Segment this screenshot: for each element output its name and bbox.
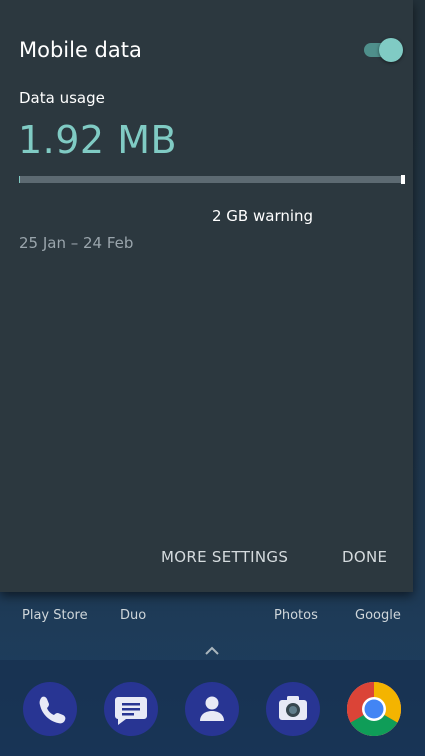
warning-threshold-marker bbox=[401, 175, 405, 184]
home-app-labels: Play Store Duo Photos Google bbox=[0, 600, 425, 630]
done-button[interactable]: DONE bbox=[342, 548, 387, 566]
more-settings-button[interactable]: MORE SETTINGS bbox=[161, 548, 288, 566]
dock bbox=[0, 660, 425, 756]
date-range: 25 Jan – 24 Feb bbox=[19, 234, 134, 252]
app-label-play-store[interactable]: Play Store bbox=[22, 608, 88, 623]
mobile-data-dialog: Mobile data Data usage 1.92 MB 2 GB warn… bbox=[0, 0, 413, 592]
contacts-icon[interactable] bbox=[185, 682, 239, 736]
camera-icon[interactable] bbox=[266, 682, 320, 736]
app-label-google[interactable]: Google bbox=[355, 608, 401, 623]
messages-icon[interactable] bbox=[104, 682, 158, 736]
data-usage-bar bbox=[19, 175, 405, 184]
dialog-title: Mobile data bbox=[19, 38, 142, 62]
warning-label: 2 GB warning bbox=[212, 207, 314, 225]
toggle-thumb bbox=[379, 38, 403, 62]
app-label-duo[interactable]: Duo bbox=[120, 608, 146, 623]
app-label-photos[interactable]: Photos bbox=[274, 608, 318, 623]
screen: Play Store Duo Photos Google Mobile data… bbox=[0, 0, 425, 756]
chrome-icon[interactable] bbox=[347, 682, 401, 736]
data-usage-value: 1.92 MB bbox=[18, 118, 178, 162]
mobile-data-toggle[interactable] bbox=[364, 38, 403, 62]
phone-icon[interactable] bbox=[23, 682, 77, 736]
data-usage-label: Data usage bbox=[19, 89, 105, 107]
app-drawer-chevron-up-icon[interactable] bbox=[204, 642, 220, 655]
